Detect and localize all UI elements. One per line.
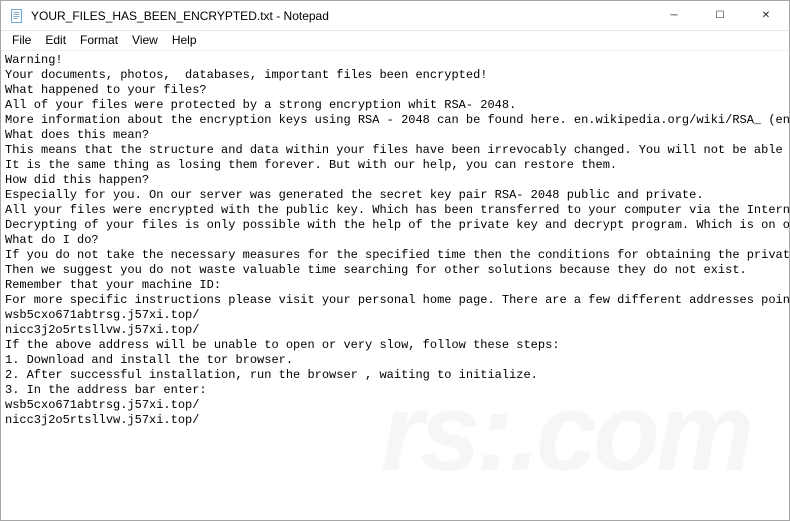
menu-format[interactable]: Format [73, 32, 125, 49]
titlebar[interactable]: YOUR_FILES_HAS_BEEN_ENCRYPTED.txt - Note… [1, 1, 789, 31]
menu-help[interactable]: Help [165, 32, 204, 49]
maximize-button[interactable]: ☐ [697, 1, 743, 30]
notepad-window: YOUR_FILES_HAS_BEEN_ENCRYPTED.txt - Note… [0, 0, 790, 521]
minimize-icon: ─ [670, 10, 677, 21]
menu-view[interactable]: View [125, 32, 165, 49]
window-controls: ─ ☐ ✕ [651, 1, 789, 30]
document-text-area[interactable]: Warning! Your documents, photos, databas… [1, 51, 789, 520]
menubar: File Edit Format View Help [1, 31, 789, 51]
menu-file[interactable]: File [5, 32, 38, 49]
minimize-button[interactable]: ─ [651, 1, 697, 30]
title-left: YOUR_FILES_HAS_BEEN_ENCRYPTED.txt - Note… [1, 8, 651, 24]
notepad-document-icon [9, 8, 25, 24]
window-title: YOUR_FILES_HAS_BEEN_ENCRYPTED.txt - Note… [31, 9, 329, 23]
close-button[interactable]: ✕ [743, 1, 789, 30]
maximize-icon: ☐ [716, 10, 725, 21]
menu-edit[interactable]: Edit [38, 32, 73, 49]
close-icon: ✕ [762, 10, 770, 21]
